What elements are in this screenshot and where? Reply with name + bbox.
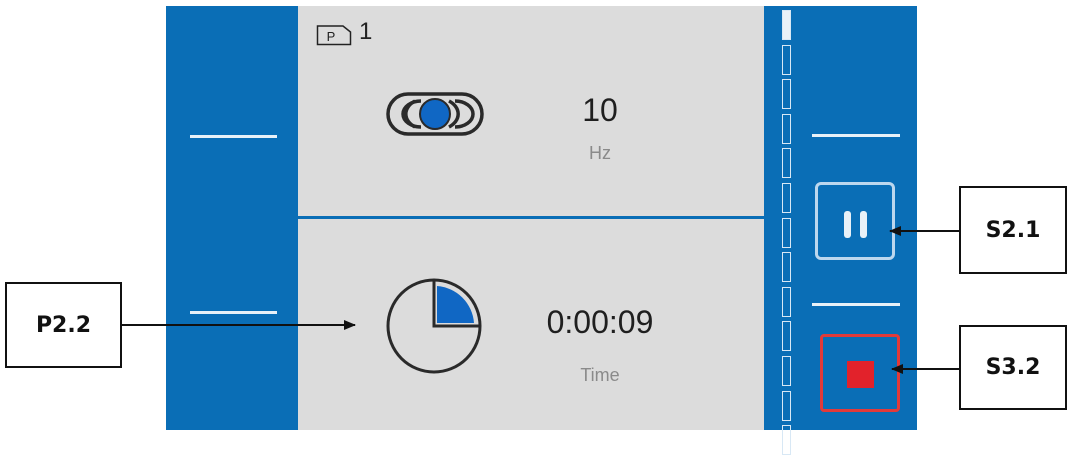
callout-s2-1: S2.1 (959, 186, 1067, 274)
callout-arrows (122, 226, 959, 374)
callout-p2-2: P2.2 (5, 282, 122, 368)
callout-s3-2: S3.2 (959, 325, 1067, 410)
